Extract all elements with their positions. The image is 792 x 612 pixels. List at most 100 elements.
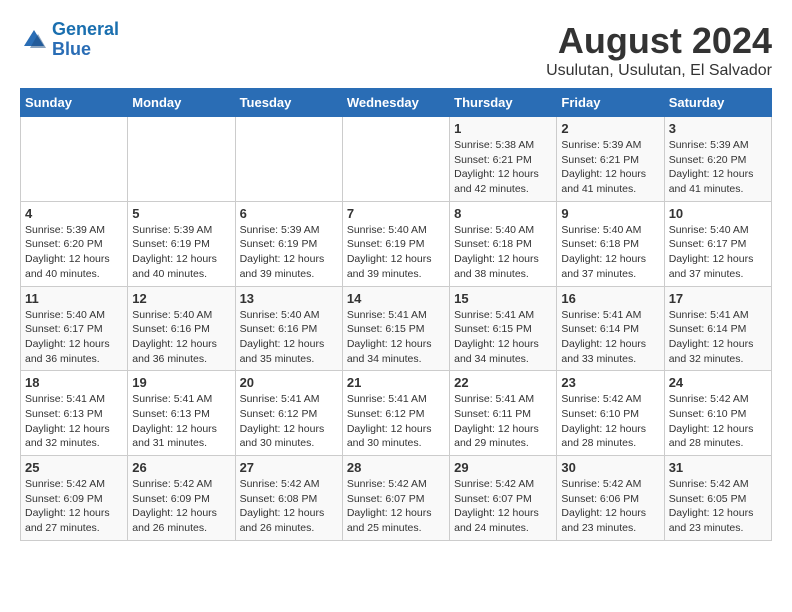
day-number: 17 xyxy=(669,291,767,306)
day-number: 24 xyxy=(669,375,767,390)
week-row-3: 11Sunrise: 5:40 AMSunset: 6:17 PMDayligh… xyxy=(21,286,772,371)
day-info: Sunrise: 5:42 AMSunset: 6:09 PMDaylight:… xyxy=(132,477,230,536)
day-cell: 3 Sunrise: 5:39 AMSunset: 6:20 PMDaylight… xyxy=(664,117,771,202)
day-cell: 1 Sunrise: 5:38 AMSunset: 6:21 PMDaylight… xyxy=(450,117,557,202)
day-number: 14 xyxy=(347,291,445,306)
page-title: August 2024 xyxy=(546,20,772,62)
day-info: Sunrise: 5:42 AMSunset: 6:06 PMDaylight:… xyxy=(561,477,659,536)
day-cell: 15Sunrise: 5:41 AMSunset: 6:15 PMDayligh… xyxy=(450,286,557,371)
day-cell: 26 Sunrise: 5:42 AMSunset: 6:09 PMDayligh… xyxy=(128,456,235,541)
day-info: Sunrise: 5:40 AMSunset: 6:16 PMDaylight:… xyxy=(240,308,338,367)
day-number: 13 xyxy=(240,291,338,306)
day-info: Sunrise: 5:39 AMSunset: 6:20 PMDaylight:… xyxy=(669,138,767,197)
day-cell: 17 Sunrise: 5:41 AMSunset: 6:14 PMDayligh… xyxy=(664,286,771,371)
day-info: Sunrise: 5:41 AMSunset: 6:12 PMDaylight:… xyxy=(347,392,445,451)
day-info: Sunrise: 5:38 AMSunset: 6:21 PMDaylight:… xyxy=(454,138,552,197)
day-info: Sunrise: 5:39 AMSunset: 6:19 PMDaylight:… xyxy=(240,223,338,282)
day-info: Sunrise: 5:39 AMSunset: 6:21 PMDaylight:… xyxy=(561,138,659,197)
header-tuesday: Tuesday xyxy=(235,89,342,117)
day-number: 10 xyxy=(669,206,767,221)
day-cell: 31Sunrise: 5:42 AMSunset: 6:05 PMDayligh… xyxy=(664,456,771,541)
day-number: 12 xyxy=(132,291,230,306)
day-info: Sunrise: 5:40 AMSunset: 6:16 PMDaylight:… xyxy=(132,308,230,367)
header-wednesday: Wednesday xyxy=(342,89,449,117)
week-row-5: 25 Sunrise: 5:42 AMSunset: 6:09 PMDayligh… xyxy=(21,456,772,541)
day-number: 7 xyxy=(347,206,445,221)
day-cell: 16 Sunrise: 5:41 AMSunset: 6:14 PMDayligh… xyxy=(557,286,664,371)
day-cell: 21 Sunrise: 5:41 AMSunset: 6:12 PMDayligh… xyxy=(342,371,449,456)
day-info: Sunrise: 5:39 AMSunset: 6:20 PMDaylight:… xyxy=(25,223,123,282)
day-number: 2 xyxy=(561,121,659,136)
day-cell xyxy=(21,117,128,202)
day-info: Sunrise: 5:41 AMSunset: 6:14 PMDaylight:… xyxy=(561,308,659,367)
logo: General Blue xyxy=(20,20,119,60)
day-cell: 7Sunrise: 5:40 AMSunset: 6:19 PMDaylight… xyxy=(342,201,449,286)
day-number: 29 xyxy=(454,460,552,475)
day-info: Sunrise: 5:40 AMSunset: 6:17 PMDaylight:… xyxy=(669,223,767,282)
day-number: 30 xyxy=(561,460,659,475)
day-cell: 2 Sunrise: 5:39 AMSunset: 6:21 PMDaylight… xyxy=(557,117,664,202)
day-info: Sunrise: 5:41 AMSunset: 6:13 PMDaylight:… xyxy=(132,392,230,451)
day-info: Sunrise: 5:39 AMSunset: 6:19 PMDaylight:… xyxy=(132,223,230,282)
day-number: 26 xyxy=(132,460,230,475)
day-cell: 11Sunrise: 5:40 AMSunset: 6:17 PMDayligh… xyxy=(21,286,128,371)
day-number: 27 xyxy=(240,460,338,475)
day-cell: 12 Sunrise: 5:40 AMSunset: 6:16 PMDayligh… xyxy=(128,286,235,371)
calendar-body: 1 Sunrise: 5:38 AMSunset: 6:21 PMDaylight… xyxy=(21,117,772,541)
day-cell: 20Sunrise: 5:41 AMSunset: 6:12 PMDayligh… xyxy=(235,371,342,456)
week-row-1: 1 Sunrise: 5:38 AMSunset: 6:21 PMDaylight… xyxy=(21,117,772,202)
week-row-2: 4 Sunrise: 5:39 AMSunset: 6:20 PMDaylight… xyxy=(21,201,772,286)
day-info: Sunrise: 5:41 AMSunset: 6:14 PMDaylight:… xyxy=(669,308,767,367)
day-cell: 9 Sunrise: 5:40 AMSunset: 6:18 PMDaylight… xyxy=(557,201,664,286)
day-info: Sunrise: 5:40 AMSunset: 6:18 PMDaylight:… xyxy=(561,223,659,282)
page-header: General Blue August 2024 Usulutan, Usulu… xyxy=(20,20,772,80)
logo-icon xyxy=(20,26,48,54)
day-number: 1 xyxy=(454,121,552,136)
day-info: Sunrise: 5:42 AMSunset: 6:10 PMDaylight:… xyxy=(669,392,767,451)
day-cell: 25Sunrise: 5:42 AMSunset: 6:09 PMDayligh… xyxy=(21,456,128,541)
day-number: 8 xyxy=(454,206,552,221)
header-row: SundayMondayTuesdayWednesdayThursdayFrid… xyxy=(21,89,772,117)
day-cell: 22Sunrise: 5:41 AMSunset: 6:11 PMDayligh… xyxy=(450,371,557,456)
day-number: 15 xyxy=(454,291,552,306)
header-sunday: Sunday xyxy=(21,89,128,117)
day-cell: 29Sunrise: 5:42 AMSunset: 6:07 PMDayligh… xyxy=(450,456,557,541)
day-cell xyxy=(235,117,342,202)
day-cell: 13 Sunrise: 5:40 AMSunset: 6:16 PMDayligh… xyxy=(235,286,342,371)
day-cell: 10 Sunrise: 5:40 AMSunset: 6:17 PMDayligh… xyxy=(664,201,771,286)
day-number: 21 xyxy=(347,375,445,390)
day-number: 6 xyxy=(240,206,338,221)
day-cell: 24 Sunrise: 5:42 AMSunset: 6:10 PMDayligh… xyxy=(664,371,771,456)
day-info: Sunrise: 5:41 AMSunset: 6:15 PMDaylight:… xyxy=(347,308,445,367)
day-info: Sunrise: 5:41 AMSunset: 6:12 PMDaylight:… xyxy=(240,392,338,451)
day-number: 9 xyxy=(561,206,659,221)
header-monday: Monday xyxy=(128,89,235,117)
day-cell: 18Sunrise: 5:41 AMSunset: 6:13 PMDayligh… xyxy=(21,371,128,456)
page-subtitle: Usulutan, Usulutan, El Salvador xyxy=(546,62,772,80)
day-info: Sunrise: 5:41 AMSunset: 6:13 PMDaylight:… xyxy=(25,392,123,451)
day-cell: 23 Sunrise: 5:42 AMSunset: 6:10 PMDayligh… xyxy=(557,371,664,456)
day-cell: 8 Sunrise: 5:40 AMSunset: 6:18 PMDaylight… xyxy=(450,201,557,286)
day-number: 4 xyxy=(25,206,123,221)
day-cell xyxy=(342,117,449,202)
day-cell: 27 Sunrise: 5:42 AMSunset: 6:08 PMDayligh… xyxy=(235,456,342,541)
day-cell: 30 Sunrise: 5:42 AMSunset: 6:06 PMDayligh… xyxy=(557,456,664,541)
day-cell xyxy=(128,117,235,202)
day-cell: 5 Sunrise: 5:39 AMSunset: 6:19 PMDaylight… xyxy=(128,201,235,286)
calendar-table: SundayMondayTuesdayWednesdayThursdayFrid… xyxy=(20,88,772,541)
day-number: 3 xyxy=(669,121,767,136)
header-friday: Friday xyxy=(557,89,664,117)
day-number: 11 xyxy=(25,291,123,306)
day-number: 5 xyxy=(132,206,230,221)
day-number: 31 xyxy=(669,460,767,475)
day-cell: 28Sunrise: 5:42 AMSunset: 6:07 PMDayligh… xyxy=(342,456,449,541)
day-info: Sunrise: 5:42 AMSunset: 6:10 PMDaylight:… xyxy=(561,392,659,451)
day-info: Sunrise: 5:42 AMSunset: 6:08 PMDaylight:… xyxy=(240,477,338,536)
day-number: 23 xyxy=(561,375,659,390)
day-info: Sunrise: 5:40 AMSunset: 6:18 PMDaylight:… xyxy=(454,223,552,282)
day-number: 22 xyxy=(454,375,552,390)
day-cell: 6 Sunrise: 5:39 AMSunset: 6:19 PMDaylight… xyxy=(235,201,342,286)
logo-text: General Blue xyxy=(52,20,119,60)
day-number: 16 xyxy=(561,291,659,306)
day-number: 25 xyxy=(25,460,123,475)
